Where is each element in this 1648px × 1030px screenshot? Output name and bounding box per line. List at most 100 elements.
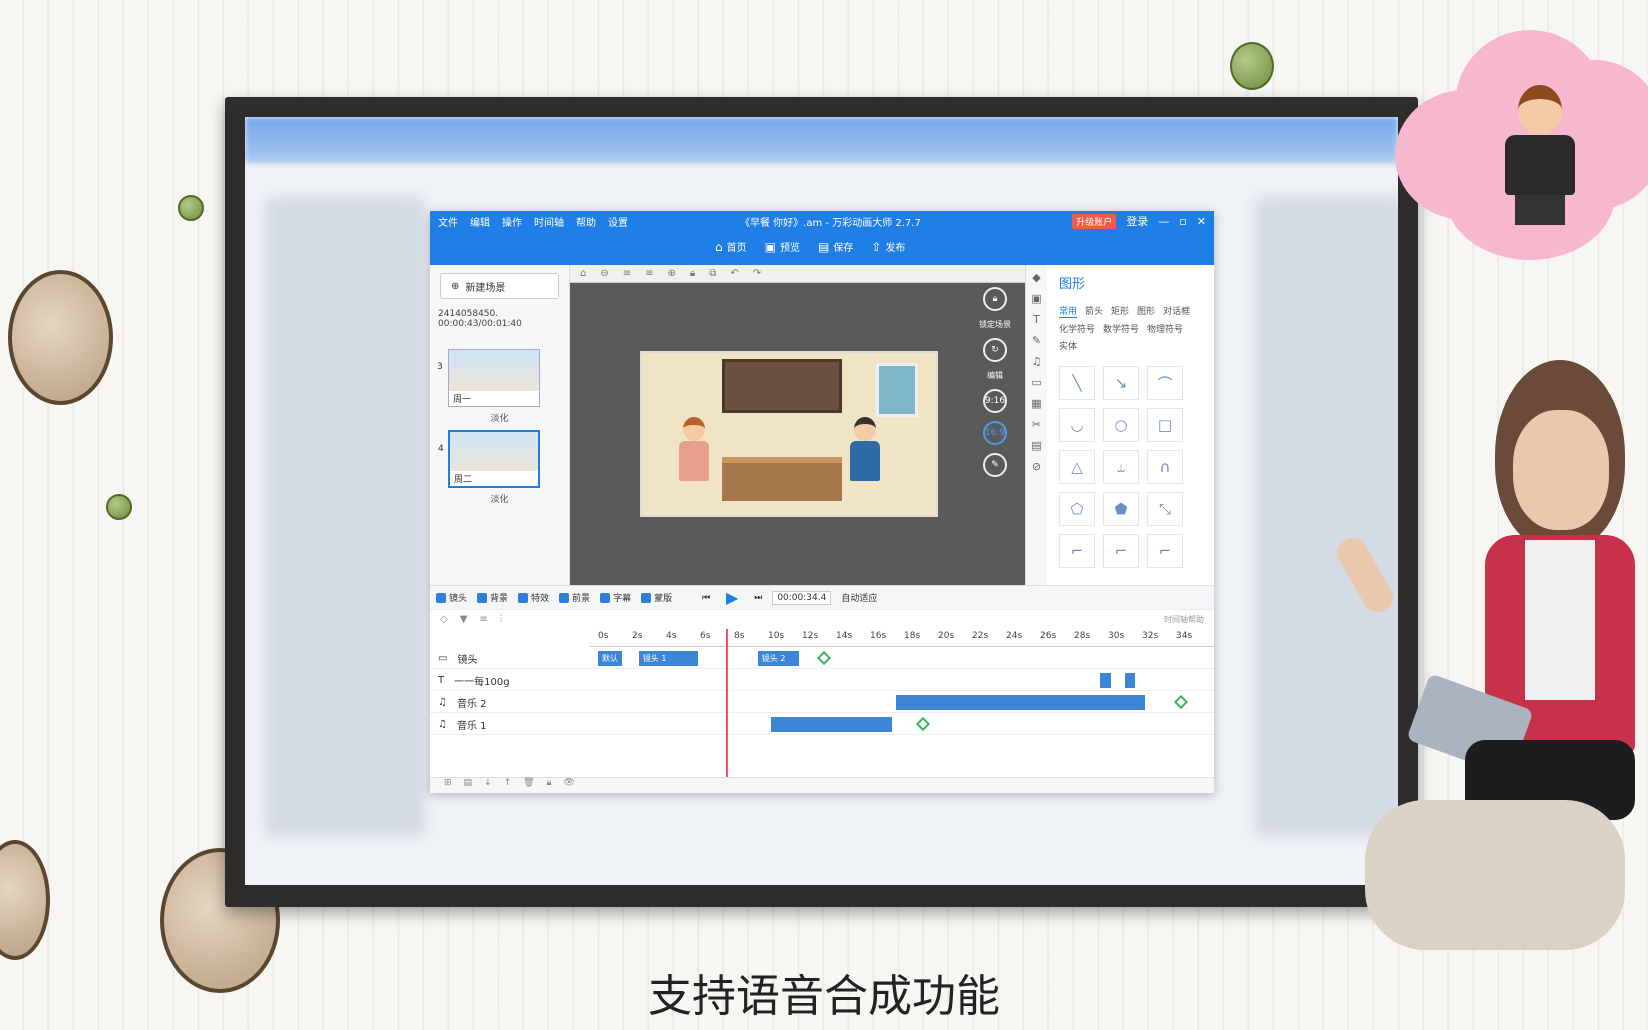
home-button[interactable]: ⌂ 首页: [715, 239, 747, 254]
move-up-icon[interactable]: ↑: [504, 778, 512, 793]
shape-item[interactable]: ⥿: [1103, 450, 1139, 484]
shape-item[interactable]: ⬠: [1059, 492, 1095, 526]
select-icon[interactable]: ◇: [440, 614, 448, 625]
shape-icon[interactable]: ◆: [1032, 271, 1040, 284]
add-effect-button[interactable]: 特效: [518, 591, 549, 604]
menu-edit[interactable]: 编辑: [470, 214, 490, 229]
zoom-out-icon[interactable]: ⊖: [600, 268, 608, 279]
shape-item[interactable]: ◡: [1059, 408, 1095, 442]
tab-arrows[interactable]: 箭头: [1085, 304, 1103, 318]
close-icon[interactable]: ✕: [1197, 215, 1206, 228]
publish-button[interactable]: ⇧ 发布: [871, 239, 905, 254]
shape-item[interactable]: △: [1059, 450, 1095, 484]
timeline-clip[interactable]: 镜头 1: [638, 651, 699, 666]
scene-thumbnail-selected[interactable]: 4 周二: [438, 430, 540, 488]
shape-item[interactable]: ⌐: [1147, 534, 1183, 568]
menu-file[interactable]: 文件: [438, 214, 458, 229]
lock-scene-icon[interactable]: 🔒︎: [983, 287, 1007, 311]
timeline-track[interactable]: T 一一每100g: [430, 669, 1214, 691]
play-button[interactable]: ▶: [720, 588, 744, 608]
timeline-track[interactable]: ▭ 镜头 默认 镜头 1 镜头 2: [430, 647, 1214, 669]
filter-icon[interactable]: ▼: [460, 614, 468, 625]
undo-icon[interactable]: ↶: [730, 268, 738, 279]
shape-item[interactable]: ╲: [1059, 366, 1095, 400]
maximize-icon[interactable]: ▫: [1179, 215, 1186, 228]
brush-icon[interactable]: ✎: [1032, 334, 1041, 347]
zoom-in-icon[interactable]: ⊕: [668, 268, 676, 279]
character-man[interactable]: [847, 417, 883, 507]
scene-canvas[interactable]: [640, 351, 938, 517]
preview-button[interactable]: ▣ 预览: [765, 239, 800, 254]
new-scene-button[interactable]: ⊕ 新建场景: [440, 273, 559, 299]
settings-icon[interactable]: ⊘: [1032, 460, 1041, 473]
scene-transition[interactable]: 淡化: [430, 492, 569, 505]
shape-item[interactable]: ○: [1103, 408, 1139, 442]
subtitle-icon[interactable]: ▭: [1031, 376, 1041, 389]
upgrade-button[interactable]: 升级账户: [1072, 213, 1117, 229]
timeline-clip[interactable]: [1125, 673, 1136, 688]
save-button[interactable]: ▤ 保存: [818, 239, 853, 254]
add-subtitle-button[interactable]: 字幕: [600, 591, 631, 604]
delete-icon[interactable]: 🗑︎: [523, 778, 534, 793]
timeline-clip[interactable]: [1099, 673, 1112, 688]
text-icon[interactable]: T: [1033, 313, 1040, 326]
lock-icon[interactable]: 🔒︎: [547, 778, 552, 793]
add-background-button[interactable]: 背景: [477, 591, 508, 604]
shape-item[interactable]: ∩: [1147, 450, 1183, 484]
shape-item[interactable]: □: [1147, 408, 1183, 442]
folder-icon[interactable]: ▤: [1031, 439, 1041, 452]
keyframe-diamond[interactable]: [816, 650, 832, 666]
timeline-track[interactable]: ♫ 音乐 2: [430, 691, 1214, 713]
scene-thumbnail[interactable]: 3 周一: [437, 349, 540, 407]
menu-settings[interactable]: 设置: [608, 214, 628, 229]
align-icon[interactable]: ≡: [623, 268, 631, 279]
move-down-icon[interactable]: ↓: [484, 778, 492, 793]
tab-rect[interactable]: 矩形: [1111, 304, 1129, 318]
distribute-icon[interactable]: ⫶: [500, 614, 503, 625]
timeline-clip[interactable]: 镜头 2: [757, 651, 799, 666]
ratio-16-9-button[interactable]: 16:9: [983, 421, 1007, 445]
rotate-icon[interactable]: ↻: [983, 338, 1007, 362]
shape-item[interactable]: ⌒: [1147, 366, 1183, 400]
timeline-track[interactable]: ♫ 音乐 1: [430, 713, 1214, 735]
music-icon[interactable]: ♫: [1032, 355, 1042, 368]
lock-icon[interactable]: 🔒︎: [690, 268, 695, 279]
timeline-clip[interactable]: [771, 717, 893, 732]
folder-icon[interactable]: ▤: [464, 778, 473, 793]
prev-icon[interactable]: ⏮: [702, 593, 710, 603]
keyframe-diamond[interactable]: [1173, 694, 1189, 710]
shape-item[interactable]: ⌐: [1103, 534, 1139, 568]
timeline-help-link[interactable]: 时间轴帮助: [1164, 614, 1204, 625]
tab-math[interactable]: 数学符号: [1103, 322, 1139, 335]
scene-transition[interactable]: 淡化: [430, 411, 569, 424]
menu-operate[interactable]: 操作: [502, 214, 522, 229]
add-camera-button[interactable]: 镜头: [436, 591, 467, 604]
character-woman[interactable]: [676, 417, 712, 507]
tab-chemistry[interactable]: 化学符号: [1059, 322, 1095, 335]
home-icon[interactable]: ⌂: [580, 268, 586, 279]
chart-icon[interactable]: ▦: [1031, 397, 1041, 410]
time-input[interactable]: 00:00:34.4: [772, 590, 832, 605]
align-icon[interactable]: ≡: [645, 268, 653, 279]
shape-item[interactable]: ↘: [1103, 366, 1139, 400]
pen-icon[interactable]: ✎: [983, 453, 1007, 477]
shape-item[interactable]: ⬟: [1103, 492, 1139, 526]
add-track-icon[interactable]: ⊞: [444, 778, 452, 793]
login-link[interactable]: 登录: [1126, 213, 1148, 229]
next-icon[interactable]: ⏭: [754, 593, 762, 603]
redo-icon[interactable]: ↷: [753, 268, 761, 279]
menu-timeline[interactable]: 时间轴: [534, 214, 564, 229]
tab-shapes[interactable]: 图形: [1137, 304, 1155, 318]
keyframe-diamond[interactable]: [915, 716, 930, 732]
playhead[interactable]: [726, 629, 728, 793]
auto-fit-checkbox[interactable]: 自动适应: [841, 591, 877, 604]
add-mask-button[interactable]: 蒙版: [641, 591, 672, 604]
image-icon[interactable]: ▣: [1031, 292, 1041, 305]
tool-icon[interactable]: ✂: [1032, 418, 1041, 431]
tab-solid[interactable]: 实体: [1059, 339, 1077, 352]
tab-physics[interactable]: 物理符号: [1147, 322, 1183, 335]
visibility-icon[interactable]: 👁︎: [563, 778, 574, 793]
copy-icon[interactable]: ⧉: [709, 268, 716, 279]
add-foreground-button[interactable]: 前景: [559, 591, 590, 604]
minimize-icon[interactable]: —: [1158, 215, 1169, 228]
